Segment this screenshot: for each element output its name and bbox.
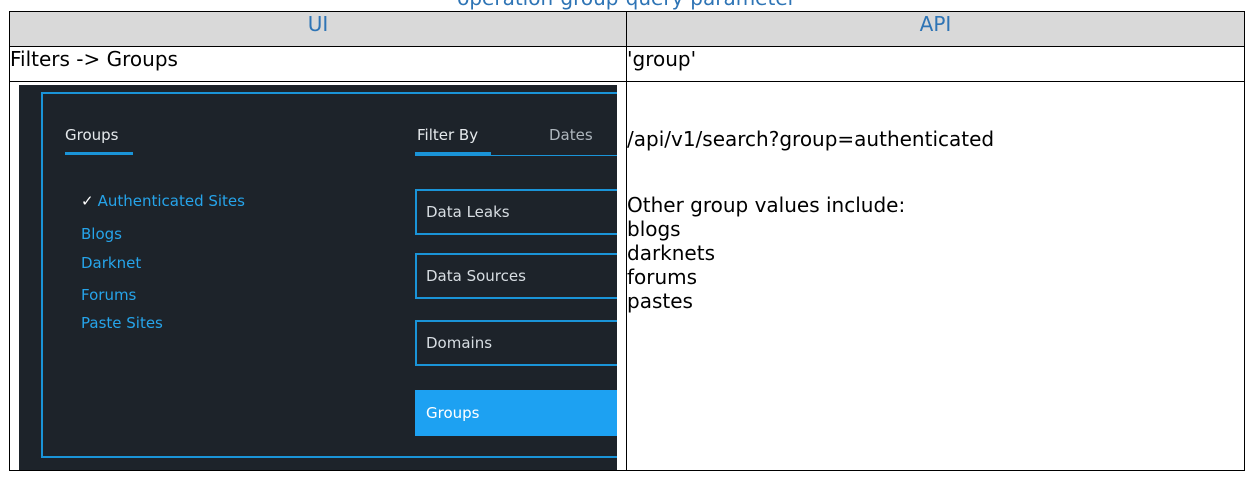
header-ui: UI [9,11,627,47]
group-item-darknet[interactable]: Darknet [81,254,141,272]
header-api: API [626,11,1245,47]
api-description-cell: /api/v1/search?group=authenticated Other… [626,81,1245,471]
group-item-authenticated-sites[interactable]: ✓ Authenticated Sites [81,192,245,210]
api-note: Other group values include: [627,193,906,217]
group-item-blogs[interactable]: Blogs [81,225,122,243]
api-value-item: darknets [627,241,715,265]
api-value-item: blogs [627,217,681,241]
tab-groups[interactable]: Groups [65,126,118,144]
api-values-list: blogs darknets forums pastes [627,217,1244,313]
api-endpoint: /api/v1/search?group=authenticated [627,127,995,151]
ui-screenshot-cell: Groups Filter By Dates ✓ Authenticated Si… [9,81,627,471]
group-item-label: Authenticated Sites [97,192,245,210]
api-value-item: forums [627,265,698,289]
tab-bar-divider [415,155,617,156]
api-value-item: pastes [627,289,693,313]
ui-path-cell: Filters -> Groups [9,46,627,82]
filter-data-sources-button[interactable]: Data Sources [415,253,617,299]
groups-tab-underline [65,152,133,155]
tab-filter-by[interactable]: Filter By [417,126,478,144]
filter-groups-button[interactable]: Groups [415,390,617,436]
document-caption: operation-group-query-parameter [0,0,1253,9]
tab-dates[interactable]: Dates [549,126,593,144]
check-icon: ✓ [81,192,94,210]
filters-screenshot: Groups Filter By Dates ✓ Authenticated Si… [19,85,617,470]
api-param-cell: 'group' [626,46,1245,82]
filter-domains-button[interactable]: Domains [415,320,617,366]
ui-api-mapping-table: UI API Filters -> Groups 'group' Groups … [9,11,1245,471]
group-item-paste-sites[interactable]: Paste Sites [81,314,163,332]
filter-data-leaks-button[interactable]: Data Leaks [415,189,617,235]
group-item-forums[interactable]: Forums [81,286,136,304]
